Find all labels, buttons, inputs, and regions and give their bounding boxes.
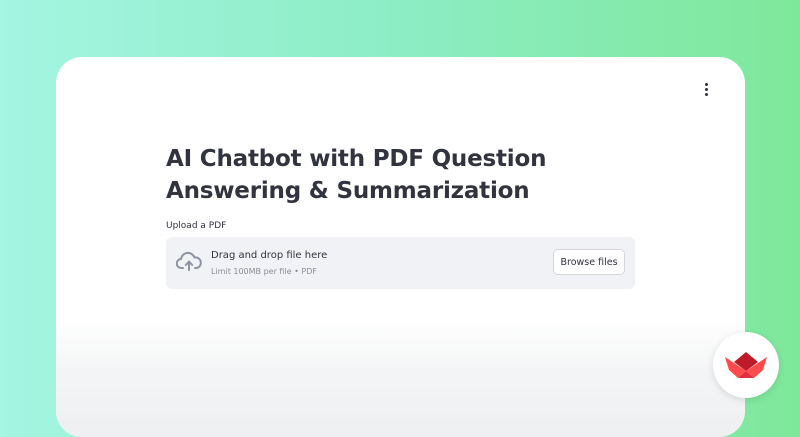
page-title: AI Chatbot with PDF Question Answering &… [166, 146, 547, 204]
dropzone-limit-text: Limit 100MB per file • PDF [211, 267, 317, 276]
upload-label: Upload a PDF [166, 221, 227, 231]
menu-dot [704, 82, 708, 86]
cloud-upload-icon [176, 251, 202, 271]
streamlit-logo-icon [725, 352, 767, 378]
bottom-fade [56, 317, 745, 437]
streamlit-badge[interactable] [713, 332, 779, 398]
browse-files-button[interactable]: Browse files [553, 249, 625, 275]
menu-dot [704, 87, 708, 91]
menu-dot [704, 92, 708, 96]
dropzone-instructions: Drag and drop file here [211, 250, 328, 261]
main-menu-button[interactable] [700, 82, 712, 96]
file-dropzone[interactable]: Drag and drop file here Limit 100MB per … [166, 237, 635, 289]
app-window: AI Chatbot with PDF Question Answering &… [56, 57, 745, 437]
